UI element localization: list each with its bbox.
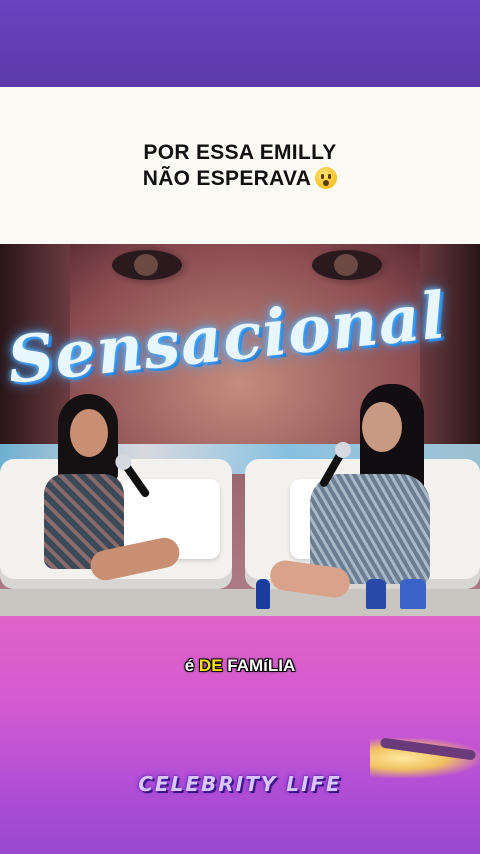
bottom-area: é DE FAMíLIA CELEBRITY LIFE (0, 616, 480, 854)
video-frame[interactable]: Sensacional (0, 244, 480, 616)
table-vase (400, 579, 426, 609)
subtitle-caption: é DE FAMíLIA (0, 656, 480, 676)
backdrop-eye-right (312, 250, 382, 280)
subtitle-word: FAMíLIA (227, 656, 296, 675)
caption-line-2-text: NÃO ESPERAVA (142, 166, 312, 190)
host-right-face (362, 402, 402, 452)
backdrop-eye-left (112, 250, 182, 280)
subtitle-word: é (184, 656, 195, 675)
caption-line-1: POR ESSA EMILLY (143, 140, 337, 164)
watermark-logo: CELEBRITY LIFE (138, 772, 342, 796)
caption-line-2: NÃO ESPERAVA (143, 166, 338, 192)
surprised-face-icon (315, 166, 338, 189)
table-bottle (256, 579, 270, 609)
table-vase (366, 579, 386, 609)
subtitle-word-highlight: DE (198, 656, 223, 675)
top-band (0, 0, 480, 87)
guest-left-face (70, 409, 108, 457)
caption-panel: POR ESSA EMILLY NÃO ESPERAVA (0, 87, 480, 244)
